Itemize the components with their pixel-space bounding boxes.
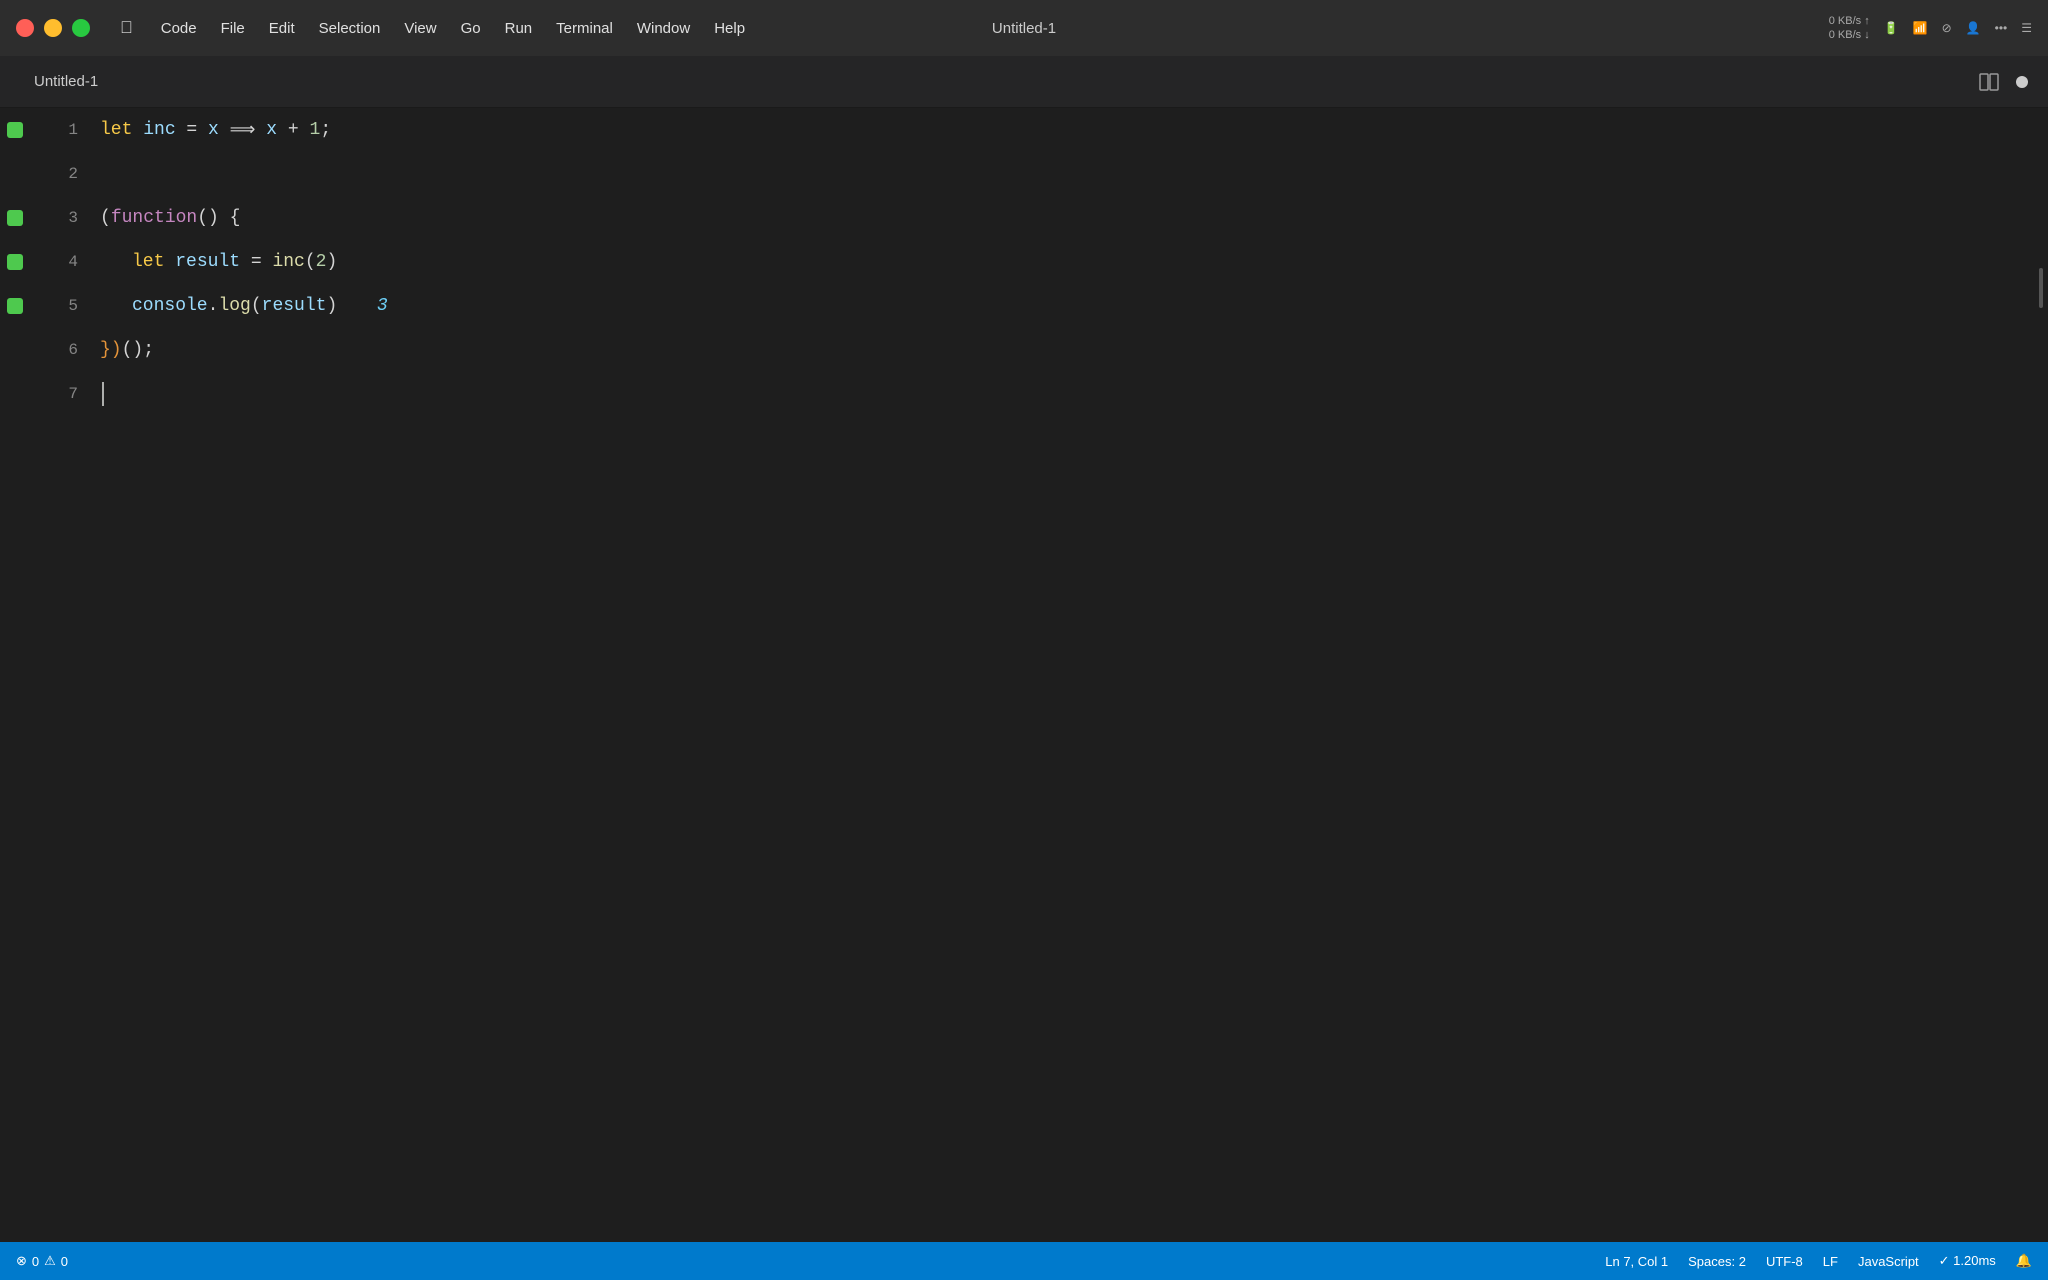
bp-row-2[interactable]	[0, 152, 30, 196]
code-line-2	[100, 152, 2034, 196]
code-line-7	[100, 372, 2034, 416]
breakpoint-gutter	[0, 108, 30, 1242]
code-line-4: let result = inc(2)	[100, 240, 2034, 284]
menu-edit[interactable]: Edit	[259, 16, 305, 41]
eol-setting[interactable]: LF	[1823, 1254, 1838, 1269]
menu-help[interactable]: Help	[704, 16, 755, 41]
menu-go[interactable]: Go	[451, 16, 491, 41]
wifi-icon: 📶	[1913, 21, 1928, 35]
code-line-3: (function() {	[100, 196, 2034, 240]
bp-row-4[interactable]	[0, 240, 30, 284]
titlebar:  Code File Edit Selection View Go Run T…	[0, 0, 2048, 56]
bp-row-5[interactable]	[0, 284, 30, 328]
menu-terminal[interactable]: Terminal	[546, 16, 623, 41]
code-editor[interactable]: let inc = x ⟹ x + 1; (function() { let r…	[90, 108, 2034, 1242]
menu-code[interactable]: Code	[151, 16, 207, 41]
statusbar: ⊗ 0 ⚠ 0 Ln 7, Col 1 Spaces: 2 UTF-8 LF J…	[0, 1242, 2048, 1280]
bp-row-7[interactable]	[0, 372, 30, 416]
menu-window[interactable]: Window	[627, 16, 700, 41]
bp-row-3[interactable]	[0, 196, 30, 240]
line-num-5: 5	[30, 284, 78, 328]
window-title: Untitled-1	[992, 20, 1056, 37]
language-mode[interactable]: JavaScript	[1858, 1254, 1919, 1269]
menu-view[interactable]: View	[394, 16, 446, 41]
editor-area: 1 2 3 4 5 6 7 let inc = x ⟹ x + 1; (func…	[0, 108, 2048, 1242]
menu-bar:  Code File Edit Selection View Go Run T…	[110, 14, 1829, 42]
titlebar-right: 0 KB/s ↑ 0 KB/s ↓ 🔋 📶 ⊘ 👤 ••• ☰	[1829, 14, 2032, 43]
breakpoint-5[interactable]	[7, 298, 23, 314]
cursor-position[interactable]: Ln 7, Col 1	[1605, 1254, 1668, 1269]
tabbar-right	[1978, 71, 2028, 93]
line-num-2: 2	[30, 152, 78, 196]
encoding[interactable]: UTF-8	[1766, 1254, 1803, 1269]
code-line-1: let inc = x ⟹ x + 1;	[100, 108, 2034, 152]
breakpoint-1[interactable]	[7, 122, 23, 138]
menu-file[interactable]: File	[211, 16, 255, 41]
battery-icon: 🔋	[1884, 21, 1899, 35]
scrollbar-thumb[interactable]	[2039, 268, 2043, 308]
error-count[interactable]: ⊗ 0 ⚠ 0	[16, 1253, 68, 1269]
warning-number: 0	[61, 1254, 68, 1269]
unsaved-indicator	[2016, 76, 2028, 88]
minimize-button[interactable]	[44, 19, 62, 37]
bp-row-1[interactable]	[0, 108, 30, 152]
profile-icon: 👤	[1966, 21, 1981, 35]
list-icon[interactable]: ☰	[2021, 21, 2032, 35]
statusbar-right: Ln 7, Col 1 Spaces: 2 UTF-8 LF JavaScrip…	[1605, 1253, 2032, 1269]
notifications-icon[interactable]: 🔔	[2016, 1253, 2032, 1269]
perf-indicator[interactable]: ✓ 1.20ms	[1939, 1253, 1996, 1269]
bp-row-6[interactable]	[0, 328, 30, 372]
line-num-3: 3	[30, 196, 78, 240]
code-line-6: })();	[100, 328, 2034, 372]
code-line-5: console.log(result) 3	[100, 284, 2034, 328]
line-num-1: 1	[30, 108, 78, 152]
network-info: 0 KB/s ↑ 0 KB/s ↓	[1829, 14, 1870, 43]
line-numbers: 1 2 3 4 5 6 7	[30, 108, 90, 1242]
tabbar: Untitled-1	[0, 56, 2048, 108]
tab-label: Untitled-1	[34, 73, 98, 90]
traffic-lights	[16, 19, 90, 37]
error-number: 0	[32, 1254, 39, 1269]
apple-menu[interactable]: 	[110, 14, 143, 42]
vpn-icon: ⊘	[1942, 21, 1952, 35]
error-icon: ⊗	[16, 1253, 27, 1269]
more-icon[interactable]: •••	[1995, 21, 2008, 35]
line-num-6: 6	[30, 328, 78, 372]
editor-scrollbar[interactable]	[2034, 108, 2048, 1242]
menu-run[interactable]: Run	[495, 16, 543, 41]
line-num-7: 7	[30, 372, 78, 416]
breakpoint-4[interactable]	[7, 254, 23, 270]
menu-selection[interactable]: Selection	[309, 16, 391, 41]
close-button[interactable]	[16, 19, 34, 37]
spaces-setting[interactable]: Spaces: 2	[1688, 1254, 1746, 1269]
warning-icon: ⚠	[44, 1253, 56, 1269]
maximize-button[interactable]	[72, 19, 90, 37]
breakpoint-3[interactable]	[7, 210, 23, 226]
tab-untitled[interactable]: Untitled-1	[20, 67, 112, 96]
split-editor-icon[interactable]	[1978, 71, 2000, 93]
line-num-4: 4	[30, 240, 78, 284]
